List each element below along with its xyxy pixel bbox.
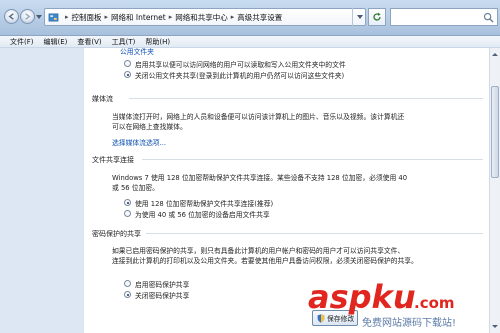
breadcrumb-advanced-sharing[interactable]: 高级共享设置	[237, 12, 282, 23]
menu-view[interactable]: 查看(V)	[77, 37, 101, 47]
media-description-line1: 当媒体流打开时，网络上的人员和设备便可以访问该计算机上的图片、音乐以及视频。该计…	[112, 113, 405, 121]
breadcrumb-control-panel[interactable]: 控制面板	[72, 12, 102, 23]
scroll-down-button[interactable]	[490, 321, 500, 331]
save-changes-button[interactable]: 保存修改	[312, 310, 358, 326]
settings-panel: 公用文件夹 启用共享以便可以访问网络的用户可以读取和写入公用文件夹中的文件 关闭…	[84, 48, 489, 333]
public-folder-disable-label: 关闭公用文件夹共享(登录到此计算机的用户仍然可以访问这些文件夹)	[135, 72, 345, 80]
refresh-button[interactable]	[368, 8, 386, 26]
password-enable-radio[interactable]	[124, 280, 131, 287]
save-changes-label: 保存修改	[327, 315, 355, 323]
section-divider	[142, 159, 483, 160]
password-enable-label: 启用密码保护共享	[135, 281, 190, 289]
scroll-down-arrow-icon	[492, 324, 498, 328]
breadcrumb-network-sharing-center[interactable]: 网络和共享中心	[175, 12, 228, 23]
public-folder-enable-radio[interactable]	[124, 60, 131, 67]
scroll-thumb[interactable]	[491, 86, 499, 178]
file-sharing-description-line1: Windows 7 使用 128 位加密帮助保护文件共享连接。某些设备不支持 1…	[112, 174, 408, 182]
encryption-40-56-radio[interactable]	[124, 210, 131, 217]
menu-edit[interactable]: 编辑(E)	[44, 37, 68, 47]
password-description-line2: 连接到此计算机的打印机以及公用文件夹。若要使其他用户具备访问权限，必须关闭密码保…	[112, 257, 418, 265]
refresh-icon	[373, 12, 381, 21]
public-folder-enable-label: 启用共享以便可以访问网络的用户可以读取和写入公用文件夹中的文件	[135, 61, 346, 69]
forward-button[interactable]	[20, 9, 35, 24]
scroll-up-arrow-icon	[492, 52, 498, 56]
search-icon	[483, 12, 494, 23]
back-arrow-icon	[8, 13, 14, 20]
media-streaming-heading: 媒体流	[92, 95, 113, 103]
scroll-up-button[interactable]	[490, 49, 500, 59]
menu-bar: 文件(F) 编辑(E) 查看(V) 工具(T) 帮助(H)	[0, 36, 500, 48]
back-button[interactable]	[4, 9, 19, 24]
forward-arrow-icon	[25, 13, 31, 20]
breadcrumb-separator: ▸	[230, 13, 235, 21]
section-divider	[146, 233, 483, 234]
uac-shield-icon	[317, 313, 325, 323]
password-sharing-heading: 密码保护的共享	[92, 230, 141, 238]
breadcrumb-separator: ▸	[104, 13, 109, 21]
address-dropdown-button[interactable]	[352, 8, 366, 26]
file-sharing-description-line2: 或 56 位加密。	[112, 184, 159, 192]
search-input[interactable]	[390, 8, 498, 26]
breadcrumb-network-internet[interactable]: 网络和 Internet	[111, 12, 166, 23]
file-sharing-heading: 文件共享连接	[92, 156, 134, 164]
recent-pages-dropdown-icon[interactable]	[36, 14, 42, 20]
menu-tools[interactable]: 工具(T)	[112, 37, 136, 47]
password-disable-label: 关闭密码保护共享	[135, 292, 190, 300]
media-options-link[interactable]: 选择媒体流选项...	[112, 137, 166, 147]
address-bar[interactable]: ▸ 控制面板 ▸ 网络和 Internet ▸ 网络和共享中心 ▸ 高级共享设置	[44, 8, 366, 26]
encryption-128-radio[interactable]	[124, 199, 131, 206]
navigation-bar: ▸ 控制面板 ▸ 网络和 Internet ▸ 网络和共享中心 ▸ 高级共享设置	[0, 0, 500, 36]
menu-file[interactable]: 文件(F)	[10, 37, 34, 47]
public-folder-disable-radio[interactable]	[124, 71, 131, 78]
menu-help[interactable]: 帮助(H)	[145, 37, 170, 47]
public-folder-link[interactable]: 公用文件夹	[120, 48, 154, 56]
password-disable-radio[interactable]	[124, 291, 131, 298]
encryption-40-56-label: 为使用 40 或 56 位加密的设备启用文件共享	[135, 211, 270, 219]
breadcrumb-separator: ▸	[65, 13, 69, 21]
chevron-down-icon	[356, 15, 363, 19]
password-description-line1: 如果已启用密码保护的共享，则只有具备此计算机的用户帐户和密码的用户才可以访问共享…	[112, 247, 405, 255]
encryption-128-label: 使用 128 位加密帮助保护文件共享连接(推荐)	[135, 200, 274, 208]
media-description-line2: 可以在网络上查找媒体。	[112, 123, 187, 131]
vertical-scrollbar[interactable]	[489, 48, 500, 333]
control-panel-icon	[48, 13, 59, 21]
breadcrumb-separator: ▸	[168, 13, 173, 21]
section-divider	[129, 98, 483, 99]
